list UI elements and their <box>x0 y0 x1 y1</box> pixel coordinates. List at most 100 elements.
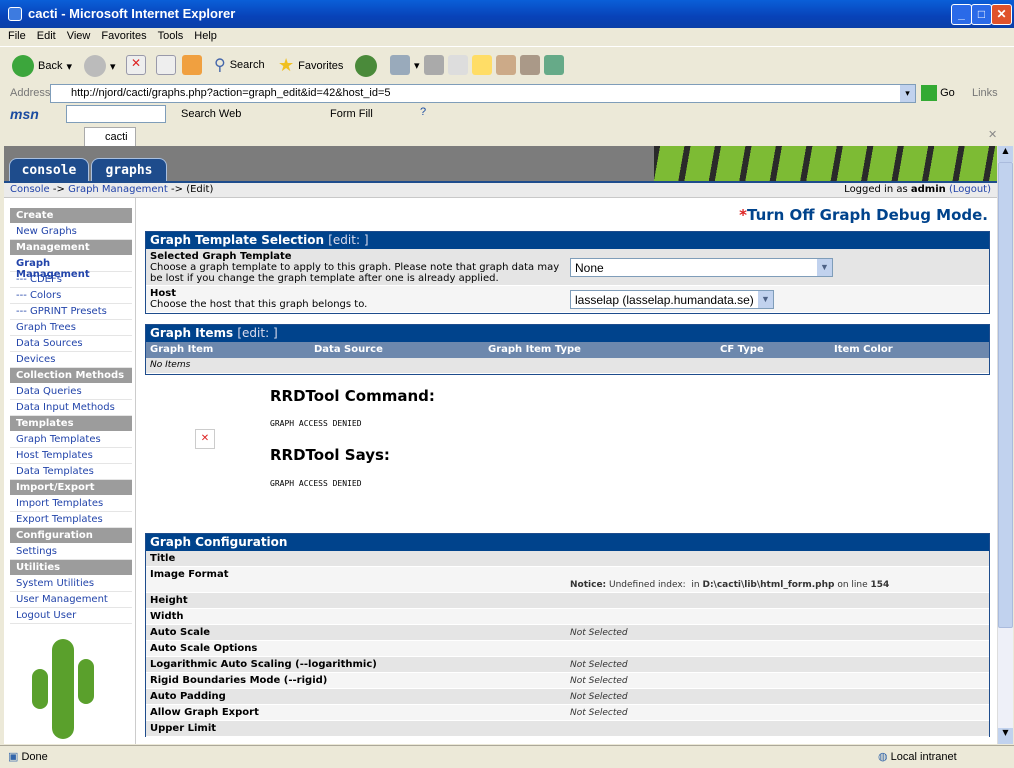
sidebar-item[interactable]: Graph Trees <box>10 320 132 336</box>
breadcrumb-graph-management[interactable]: Graph Management <box>68 184 168 195</box>
config-value <box>566 593 989 608</box>
edit-link[interactable]: [edit: ] <box>328 233 368 247</box>
sidebar-item[interactable]: Export Templates <box>10 512 132 528</box>
vertical-scrollbar[interactable]: ▲ ▼ <box>997 146 1013 744</box>
page-icon: ▣ <box>8 751 19 763</box>
go-button[interactable]: Go <box>921 85 955 101</box>
rrd-says: GRAPH ACCESS DENIED <box>270 479 362 488</box>
home-icon[interactable] <box>182 55 202 75</box>
messenger-icon[interactable] <box>543 55 564 75</box>
menu-favorites[interactable]: Favorites <box>101 30 146 42</box>
sidebar-item[interactable]: Data Templates <box>10 464 132 480</box>
print-icon[interactable] <box>423 55 444 75</box>
edit-link[interactable]: [edit: ] <box>237 326 277 340</box>
sidebar-item[interactable]: Logout User <box>10 608 132 624</box>
sidebar-item[interactable]: Import Templates <box>10 496 132 512</box>
minimize-button[interactable]: _ <box>951 4 972 25</box>
edit-icon[interactable] <box>447 55 468 75</box>
sidebar-section-header: Create <box>10 208 132 224</box>
menu-edit[interactable]: Edit <box>37 30 56 42</box>
msn-logo[interactable]: msn <box>10 106 39 122</box>
tab-console[interactable]: console <box>9 158 89 181</box>
host-select[interactable]: lasselap (lasselap.humandata.se) ▼ <box>570 289 774 309</box>
sidebar-item[interactable]: New Graphs <box>10 224 132 240</box>
sidebar-item[interactable]: --- Colors <box>10 288 132 304</box>
msn-search-input[interactable] <box>66 105 166 123</box>
breadcrumb: Console -> Graph Management -> (Edit) Lo… <box>4 181 997 198</box>
config-value <box>566 551 989 566</box>
back-button[interactable]: Back ▾ <box>12 55 72 77</box>
close-tab-icon[interactable]: ✕ <box>988 128 997 141</box>
graph-template-select[interactable]: None ▼ <box>570 257 833 277</box>
rrd-says-title: RRDTool Says: <box>270 446 390 464</box>
breadcrumb-console[interactable]: Console <box>10 184 50 195</box>
star-icon: ★ <box>278 55 295 75</box>
research-icon[interactable] <box>495 55 516 75</box>
panel-title: Graph Configuration <box>150 535 288 549</box>
config-value: Not Selected <box>570 627 628 638</box>
scroll-thumb[interactable] <box>998 162 1013 628</box>
stop-icon[interactable]: ✕ <box>126 55 146 75</box>
config-row: Auto Scale Not Selected <box>146 625 989 641</box>
no-items-text: No Items <box>150 360 191 370</box>
menu-file[interactable]: File <box>8 30 26 42</box>
links-button[interactable]: Links <box>972 87 998 99</box>
sidebar-item[interactable]: Graph Management <box>10 256 132 280</box>
address-dropdown[interactable]: ▾ <box>900 85 915 102</box>
logout-link[interactable]: (Logout) <box>949 184 991 195</box>
menu-help[interactable]: Help <box>194 30 217 42</box>
address-bar: Address http://njord/cacti/graphs.php?ac… <box>0 83 1014 104</box>
mail-icon[interactable] <box>390 55 410 75</box>
debug-mode-link[interactable]: *Turn Off Graph Debug Mode. <box>145 198 990 231</box>
config-label: Width <box>150 611 184 622</box>
config-label: Auto Scale <box>150 627 211 638</box>
main-content: *Turn Off Graph Debug Mode. Graph Templa… <box>145 198 990 744</box>
config-value <box>566 641 989 656</box>
sidebar-item[interactable]: --- GPRINT Presets <box>10 304 132 320</box>
sidebar-item[interactable]: User Management <box>10 592 132 608</box>
maximize-button[interactable]: □ <box>971 4 992 25</box>
menu-view[interactable]: View <box>67 30 91 42</box>
note-icon[interactable] <box>471 55 492 75</box>
broken-image-icon: ✕ <box>195 429 215 449</box>
form-fill-button[interactable]: Form Fill <box>330 108 373 120</box>
refresh-icon[interactable] <box>156 55 176 75</box>
menu-tools[interactable]: Tools <box>158 30 184 42</box>
history-icon[interactable] <box>355 55 377 77</box>
config-label: Auto Padding <box>150 691 226 702</box>
browser-tab-cacti[interactable]: cacti <box>84 127 136 146</box>
sidebar-item[interactable]: Devices <box>10 352 132 368</box>
sidebar-item[interactable]: Graph Templates <box>10 432 132 448</box>
help-icon[interactable]: ? <box>420 106 426 118</box>
window-title: cacti - Microsoft Internet Explorer <box>28 6 236 21</box>
sidebar-item[interactable]: Host Templates <box>10 448 132 464</box>
window-titlebar: cacti - Microsoft Internet Explorer _ □ … <box>0 0 1014 28</box>
go-arrow-icon <box>921 85 937 101</box>
template-label: Selected Graph Template <box>150 251 292 262</box>
favorites-button[interactable]: ★ Favorites <box>278 55 343 76</box>
config-label: Allow Graph Export <box>150 707 259 718</box>
sidebar-item[interactable]: Settings <box>10 544 132 560</box>
scroll-up-button[interactable]: ▲ <box>998 146 1013 162</box>
address-input[interactable]: http://njord/cacti/graphs.php?action=gra… <box>50 84 916 103</box>
config-value <box>566 721 989 736</box>
graph-configuration-panel: Graph Configuration Title Image Format Not… <box>145 533 990 737</box>
sidebar-item[interactable]: Data Queries <box>10 384 132 400</box>
search-web-button[interactable]: Search Web <box>181 108 241 120</box>
media-icon[interactable] <box>519 55 540 75</box>
config-row: Title <box>146 551 989 567</box>
config-row: Allow Graph Export Not Selected <box>146 705 989 721</box>
scroll-down-button[interactable]: ▼ <box>998 728 1013 744</box>
sidebar-item[interactable]: Data Sources <box>10 336 132 352</box>
sidebar-item[interactable]: Data Input Methods <box>10 400 132 416</box>
search-button[interactable]: ⚲ Search <box>214 55 265 75</box>
tab-graphs[interactable]: graphs <box>91 158 167 181</box>
config-value: Not Selected <box>570 707 628 718</box>
config-row: Auto Scale Options <box>146 641 989 657</box>
config-row: Logarithmic Auto Scaling (--logarithmic)… <box>146 657 989 673</box>
config-row: Height <box>146 593 989 609</box>
sidebar-item[interactable]: System Utilities <box>10 576 132 592</box>
close-button[interactable]: ✕ <box>991 4 1012 25</box>
forward-button[interactable]: ▾ <box>84 55 116 77</box>
status-bar: ▣ Done ◍ Local intranet <box>0 745 1014 768</box>
